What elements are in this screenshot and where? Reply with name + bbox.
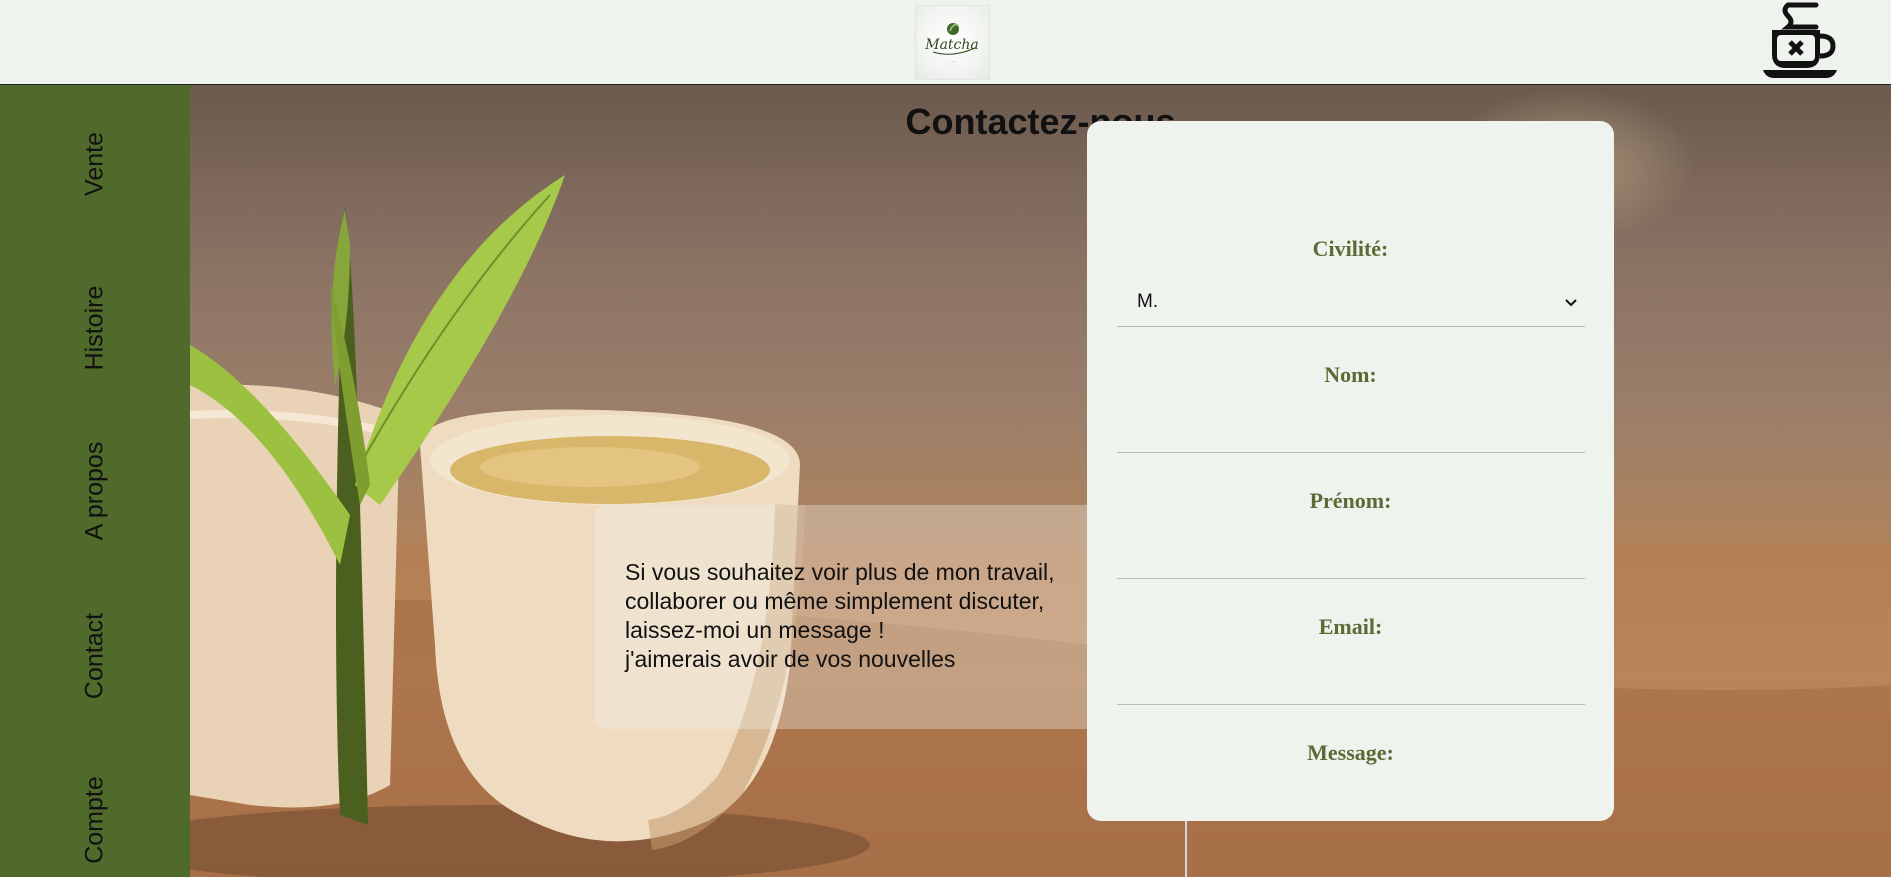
name-label: Nom:	[1324, 362, 1377, 387]
message-label: Message:	[1307, 740, 1394, 765]
email-input[interactable]	[1117, 663, 1585, 703]
email-underline	[1117, 704, 1585, 705]
civility-select-value: M.	[1137, 291, 1159, 312]
chevron-down-icon	[1565, 299, 1577, 307]
sidebar-item-histoire[interactable]: Histoire	[81, 286, 110, 371]
firstname-input[interactable]	[1117, 537, 1585, 577]
civility-label: Civilité:	[1312, 236, 1389, 261]
coffee-cup-icon[interactable]	[1758, 0, 1842, 82]
message-panel: Si vous souhaitez voir plus de mon trava…	[595, 505, 1124, 729]
message-line: collaborer ou même simplement discuter,	[625, 588, 1045, 614]
svg-text:· · ·: · · ·	[950, 59, 956, 64]
sidebar-item-contact[interactable]: Contact	[81, 613, 110, 699]
matcha-logo[interactable]: Matcha · · ·	[915, 5, 990, 80]
sidebar-item-a-propos[interactable]: A propos	[81, 442, 110, 541]
logo-wordmark: Matcha	[924, 37, 979, 53]
message-line: Si vous souhaitez voir plus de mon trava…	[625, 559, 1055, 585]
firstname-label: Prénom:	[1309, 488, 1392, 513]
civility-select[interactable]: M.	[1117, 281, 1585, 326]
top-bar: Matcha · · ·	[0, 0, 1891, 85]
message-input[interactable]	[1117, 781, 1585, 817]
civility-underline	[1117, 326, 1585, 327]
name-input[interactable]	[1117, 411, 1585, 451]
page-title: Contactez-nous	[905, 101, 1176, 142]
name-underline	[1117, 452, 1585, 453]
sidebar-nav: Vente Histoire A propos Contact Compte	[0, 85, 190, 877]
sidebar-item-compte[interactable]: Compte	[81, 776, 110, 864]
sidebar-item-vente[interactable]: Vente	[81, 132, 110, 196]
matcha-logo-icon: Matcha · · ·	[924, 23, 979, 64]
message-line: j'aimerais avoir de vos nouvelles	[625, 646, 956, 672]
message-line: laissez-moi un message !	[625, 617, 885, 643]
hero-background: Contactez-nous Si vous souhaitez voir pl…	[190, 85, 1891, 877]
firstname-underline	[1117, 578, 1585, 579]
contact-form: Civilité: M. Nom: Prénom: Email: Message…	[1087, 121, 1614, 821]
email-label: Email:	[1318, 614, 1383, 639]
tea-cups-illustration	[190, 175, 1891, 877]
